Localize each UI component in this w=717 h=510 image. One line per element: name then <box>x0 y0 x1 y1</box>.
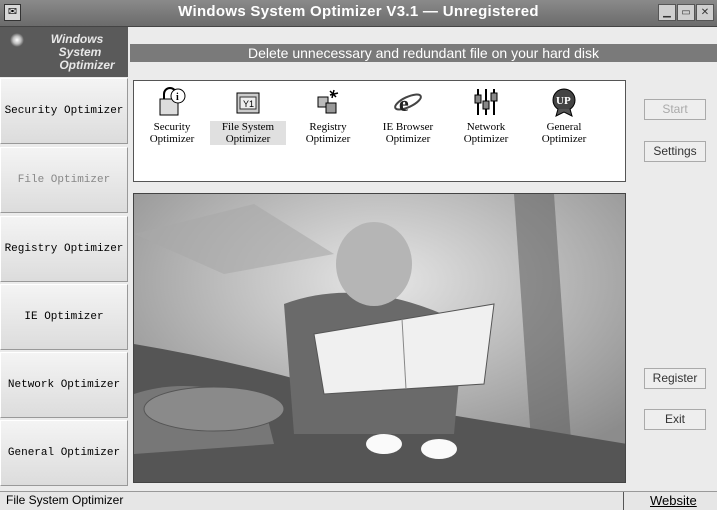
tool-label-2: Optimizer <box>385 133 431 145</box>
svg-text:e: e <box>399 91 409 116</box>
app-window: ✉ Windows System Optimizer V3.1 — Unregi… <box>0 0 717 510</box>
up-badge-text: UP <box>556 95 571 107</box>
nav-general-optimizer[interactable]: General Optimizer <box>0 420 128 486</box>
title-bar: ✉ Windows System Optimizer V3.1 — Unregi… <box>0 0 717 27</box>
nav-label: File Optimizer <box>17 174 111 186</box>
network-icon <box>474 89 498 115</box>
window-title: Windows System Optimizer V3.1 — Unregist… <box>178 3 539 20</box>
tool-label-1: IE Browser <box>382 121 434 133</box>
nav-label: IE Optimizer <box>24 311 104 323</box>
nav-label: General Optimizer <box>7 447 121 459</box>
tool-label-1: General <box>546 121 582 133</box>
nav-file-optimizer[interactable]: File Optimizer <box>0 147 128 213</box>
minimize-icon[interactable]: ▁ <box>658 4 676 21</box>
status-text: File System Optimizer <box>6 493 124 507</box>
tool-network-optimizer[interactable]: Network Optimizer <box>448 87 524 145</box>
nav-label: Network Optimizer <box>7 379 121 391</box>
tool-file-system-optimizer[interactable]: Y1 File System Optimizer <box>210 87 286 145</box>
tool-label-2: Optimizer <box>225 133 271 145</box>
svg-text:Y1: Y1 <box>243 99 254 109</box>
tool-label-1: Registry <box>309 121 347 133</box>
status-divider <box>623 492 624 510</box>
maximize-icon[interactable]: ▭ <box>677 4 695 21</box>
monk-reading-illustration <box>134 194 625 482</box>
start-button[interactable]: Start <box>644 99 706 120</box>
exit-button[interactable]: Exit <box>644 409 706 430</box>
ie-browser-icon: e <box>394 91 422 116</box>
tool-security-optimizer[interactable]: i Security Optimizer <box>134 87 210 145</box>
security-info-icon: i <box>159 87 186 116</box>
registry-icon <box>317 89 339 114</box>
tool-ie-browser-optimizer[interactable]: e IE Browser Optimizer <box>370 87 446 145</box>
file-system-icon: Y1 <box>236 92 260 114</box>
tool-label-1: Security <box>153 121 191 133</box>
tool-label-2: Optimizer <box>149 133 195 145</box>
nav-security-optimizer[interactable]: Security Optimizer <box>0 78 128 144</box>
website-link[interactable]: Website <box>650 493 697 508</box>
tool-general-optimizer[interactable]: UP General Optimizer <box>526 87 602 145</box>
banner-photo <box>133 193 626 483</box>
tool-label-2: Optimizer <box>463 133 509 145</box>
nav-registry-optimizer[interactable]: Registry Optimizer <box>0 216 128 282</box>
tool-registry-optimizer[interactable]: Registry Optimizer <box>290 87 366 145</box>
nav-label: Security Optimizer <box>4 105 124 117</box>
tool-label-2: Optimizer <box>305 133 351 145</box>
settings-button[interactable]: Settings <box>644 141 706 162</box>
nav-ie-optimizer[interactable]: IE Optimizer <box>0 284 128 350</box>
tool-label-1: Network <box>466 121 506 133</box>
app-logo: Windows System Optimizer <box>0 27 128 77</box>
logo-spark-icon <box>10 33 24 47</box>
status-bar: File System Optimizer Website <box>0 491 717 510</box>
tool-label-1: File System <box>221 121 275 133</box>
nav-label: Registry Optimizer <box>4 243 124 255</box>
tool-label-2: Optimizer <box>541 133 587 145</box>
nav-network-optimizer[interactable]: Network Optimizer <box>0 352 128 418</box>
close-icon[interactable]: ✕ <box>696 4 714 21</box>
svg-text:i: i <box>176 92 179 103</box>
register-button[interactable]: Register <box>644 368 706 389</box>
description-banner: Delete unnecessary and redundant file on… <box>130 44 717 62</box>
up-badge-icon: UP <box>552 88 576 117</box>
logo-line-3: Optimizer <box>59 58 115 72</box>
tool-panel: i Security Optimizer Y1 File System Optimi… <box>133 80 626 182</box>
